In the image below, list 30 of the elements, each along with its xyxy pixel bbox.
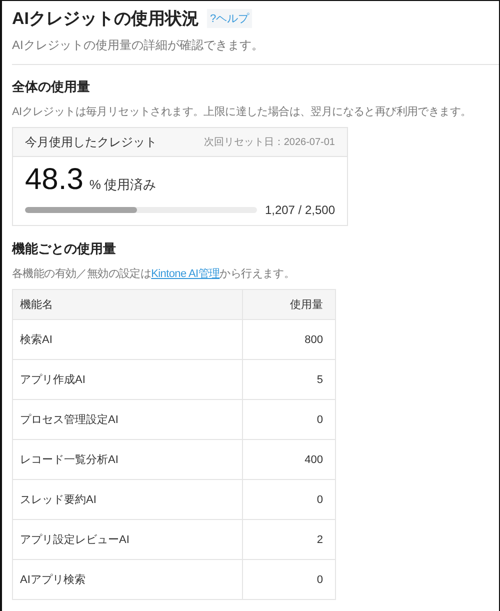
percent-unit: % [89, 177, 101, 192]
table-cell: プロセス管理設定AI [12, 400, 242, 440]
column-header: 使用量 [242, 290, 336, 320]
card-title: 今月使用したクレジット [25, 134, 157, 150]
help-link[interactable]: ?ヘルプ [207, 9, 252, 28]
table-cell: 0 [242, 480, 336, 520]
section-description: AIクレジットは毎月リセットされます。上限に達した場合は、翌月になると再び利用できます。 [12, 105, 472, 119]
page-title: AIクレジットの使用状況 [12, 8, 199, 30]
section-description: 各機能の有効／無効の設定はKintone AI管理から行えます。 [12, 266, 296, 281]
section-heading: 全体の使用量 [12, 78, 91, 96]
page-subtitle: AIクレジットの使用量の詳細が確認できます。 [12, 37, 264, 54]
table-cell: 800 [242, 320, 336, 360]
usage-percent: 48.3 [25, 162, 84, 198]
table-cell: アプリ設定レビューAI [12, 520, 242, 560]
table-cell: スレッド要約AI [12, 480, 242, 520]
admin-link[interactable]: Kintone AI管理 [151, 268, 220, 280]
column-header: 機能名 [12, 290, 242, 320]
table-cell: AIアプリ検索 [12, 560, 242, 600]
section-heading: 機能ごとの使用量 [12, 240, 117, 258]
table-cell: 検索AI [12, 320, 242, 360]
table-cell: 5 [242, 360, 336, 400]
table-cell: アプリ作成AI [12, 360, 242, 400]
next-reset-date: 次回リセット日：2026-07-01 [204, 136, 335, 149]
credit-reading: 1,207 / 2,500 [264, 203, 335, 217]
table-cell: レコード一覧分析AI [12, 440, 242, 480]
table-cell: 400 [242, 440, 336, 480]
table-cell: 2 [242, 520, 336, 560]
table-cell: 0 [242, 560, 336, 600]
table-cell: 0 [242, 400, 336, 440]
used-label: 使用済み [104, 176, 156, 194]
